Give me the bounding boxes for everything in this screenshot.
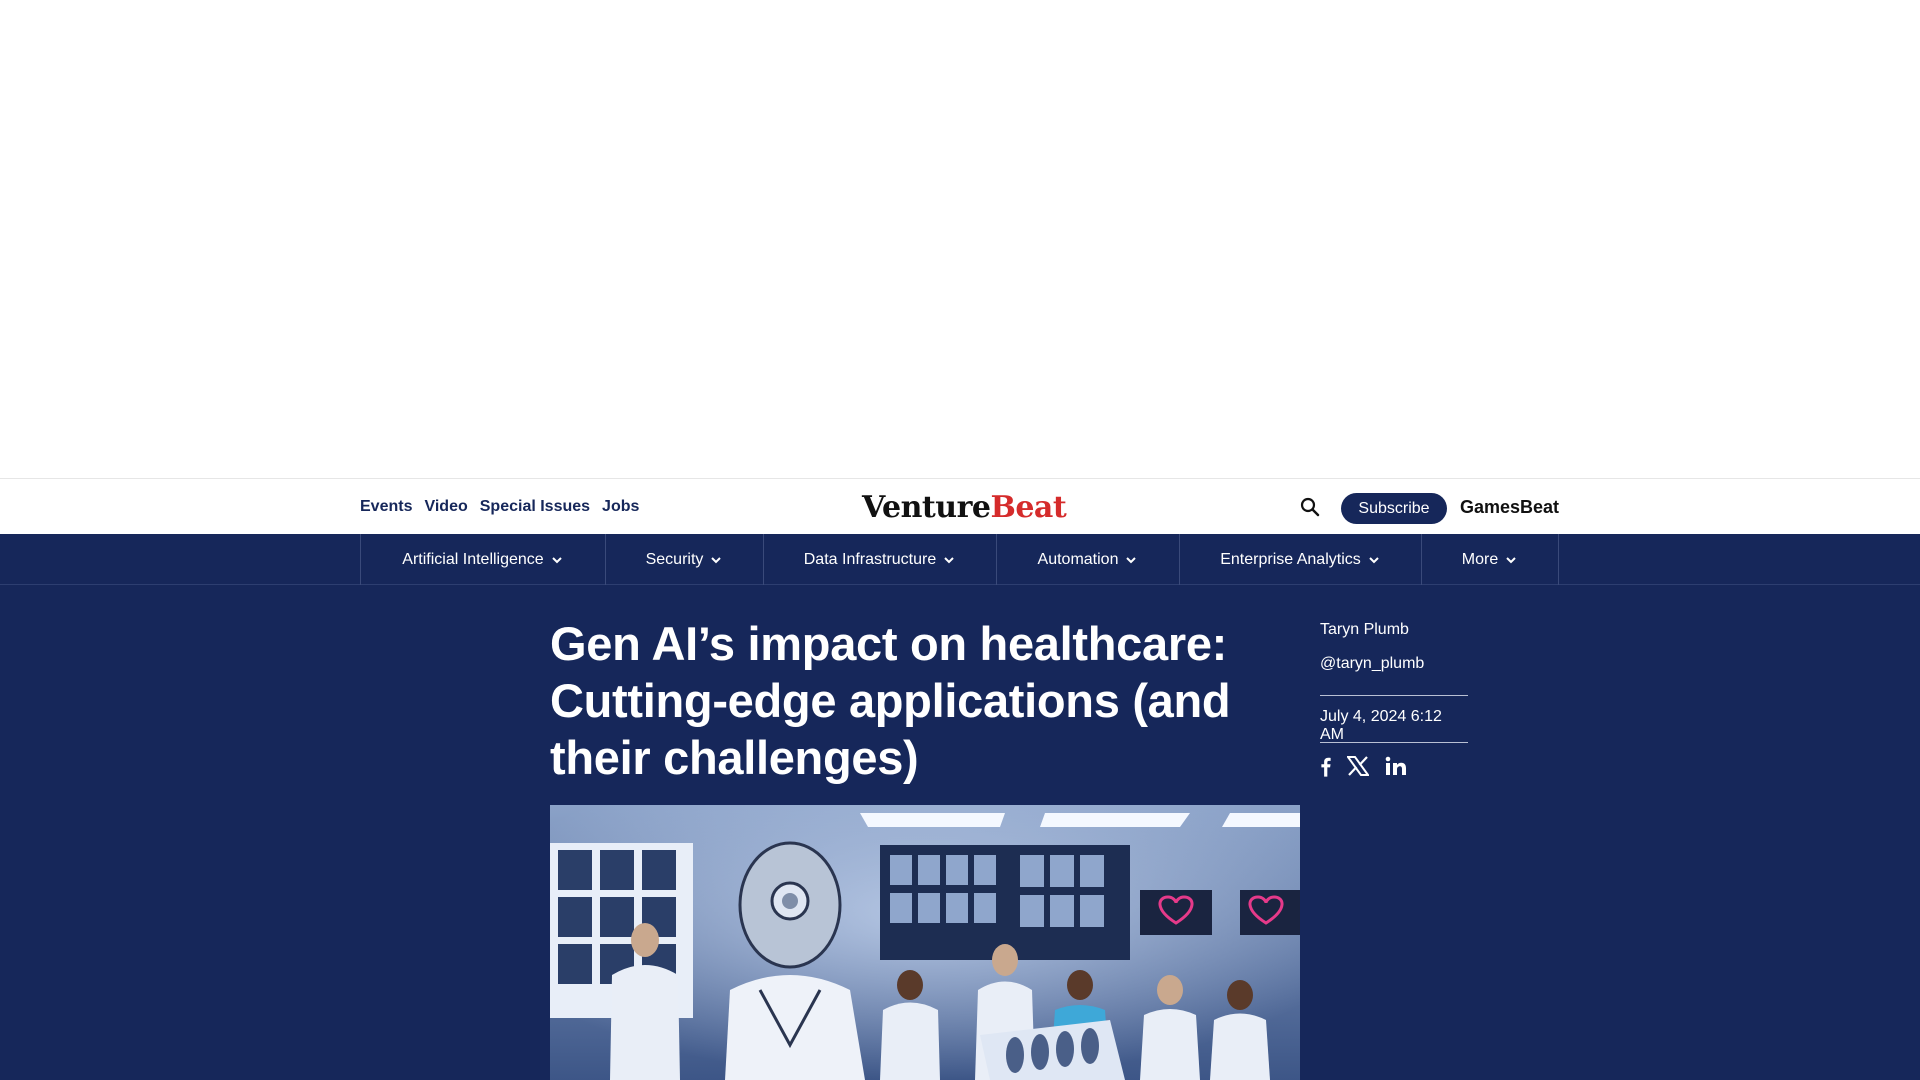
category-label: Artificial Intelligence: [402, 550, 544, 568]
category-artificial-intelligence[interactable]: Artificial Intelligence: [361, 534, 606, 585]
nav-video-link[interactable]: Video: [424, 498, 467, 516]
article-title: Gen AI’s impact on healthcare: Cutting-e…: [550, 617, 1231, 784]
top-bar: Events Video Special Issues Jobs Venture…: [0, 478, 1920, 534]
logo-beat: Beat: [990, 489, 1067, 525]
linkedin-icon[interactable]: [1385, 756, 1407, 776]
author-name-link[interactable]: Taryn Plumb: [1320, 621, 1468, 645]
subscribe-button[interactable]: Subscribe: [1341, 493, 1447, 524]
chevron-down-icon: [551, 556, 562, 563]
category-nav: Artificial Intelligence Security Data In…: [0, 534, 1920, 585]
venturebeat-logo[interactable]: Venture Beat: [862, 489, 1067, 525]
category-label: Automation: [1037, 550, 1119, 568]
chevron-down-icon: [1126, 556, 1137, 563]
category-label: Data Infrastructure: [803, 550, 937, 568]
nav-jobs-link[interactable]: Jobs: [602, 498, 639, 516]
publish-date: July 4, 2024 6:12 AM: [1320, 708, 1442, 743]
ad-space: [0, 0, 1920, 478]
logo-venture: Venture: [862, 489, 991, 525]
hero-image[interactable]: [550, 805, 1300, 1080]
category-automation[interactable]: Automation: [997, 534, 1180, 585]
chevron-down-icon: [1506, 556, 1516, 563]
category-more[interactable]: More: [1422, 534, 1559, 585]
nav-special-issues-link[interactable]: Special Issues: [480, 498, 590, 516]
category-label: Enterprise Analytics: [1220, 550, 1361, 568]
social-share: [1320, 753, 1468, 779]
nav-events-link[interactable]: Events: [360, 498, 412, 516]
category-label: More: [1461, 550, 1499, 568]
category-nav-inner: Artificial Intelligence Security Data In…: [360, 534, 1559, 585]
category-enterprise-analytics[interactable]: Enterprise Analytics: [1180, 534, 1422, 585]
category-data-infrastructure[interactable]: Data Infrastructure: [764, 534, 997, 585]
divider: [1320, 695, 1468, 696]
chevron-down-icon: [711, 556, 722, 563]
author-handle-link[interactable]: @taryn_plumb: [1320, 655, 1468, 679]
category-label: Security: [645, 550, 704, 568]
category-security[interactable]: Security: [606, 534, 764, 585]
chevron-down-icon: [944, 556, 954, 563]
facebook-icon[interactable]: [1320, 756, 1331, 777]
x-icon[interactable]: [1347, 756, 1369, 776]
top-links: Events Video Special Issues Jobs: [360, 479, 639, 535]
author-block: Taryn Plumb @taryn_plumb July 4, 2024 6:…: [1320, 621, 1468, 779]
chevron-down-icon: [1369, 556, 1379, 563]
search-icon[interactable]: [1298, 495, 1322, 519]
gamesbeat-link[interactable]: GamesBeat: [1460, 493, 1559, 521]
article-area: Gen AI’s impact on healthcare: Cutting-e…: [0, 585, 1920, 1080]
